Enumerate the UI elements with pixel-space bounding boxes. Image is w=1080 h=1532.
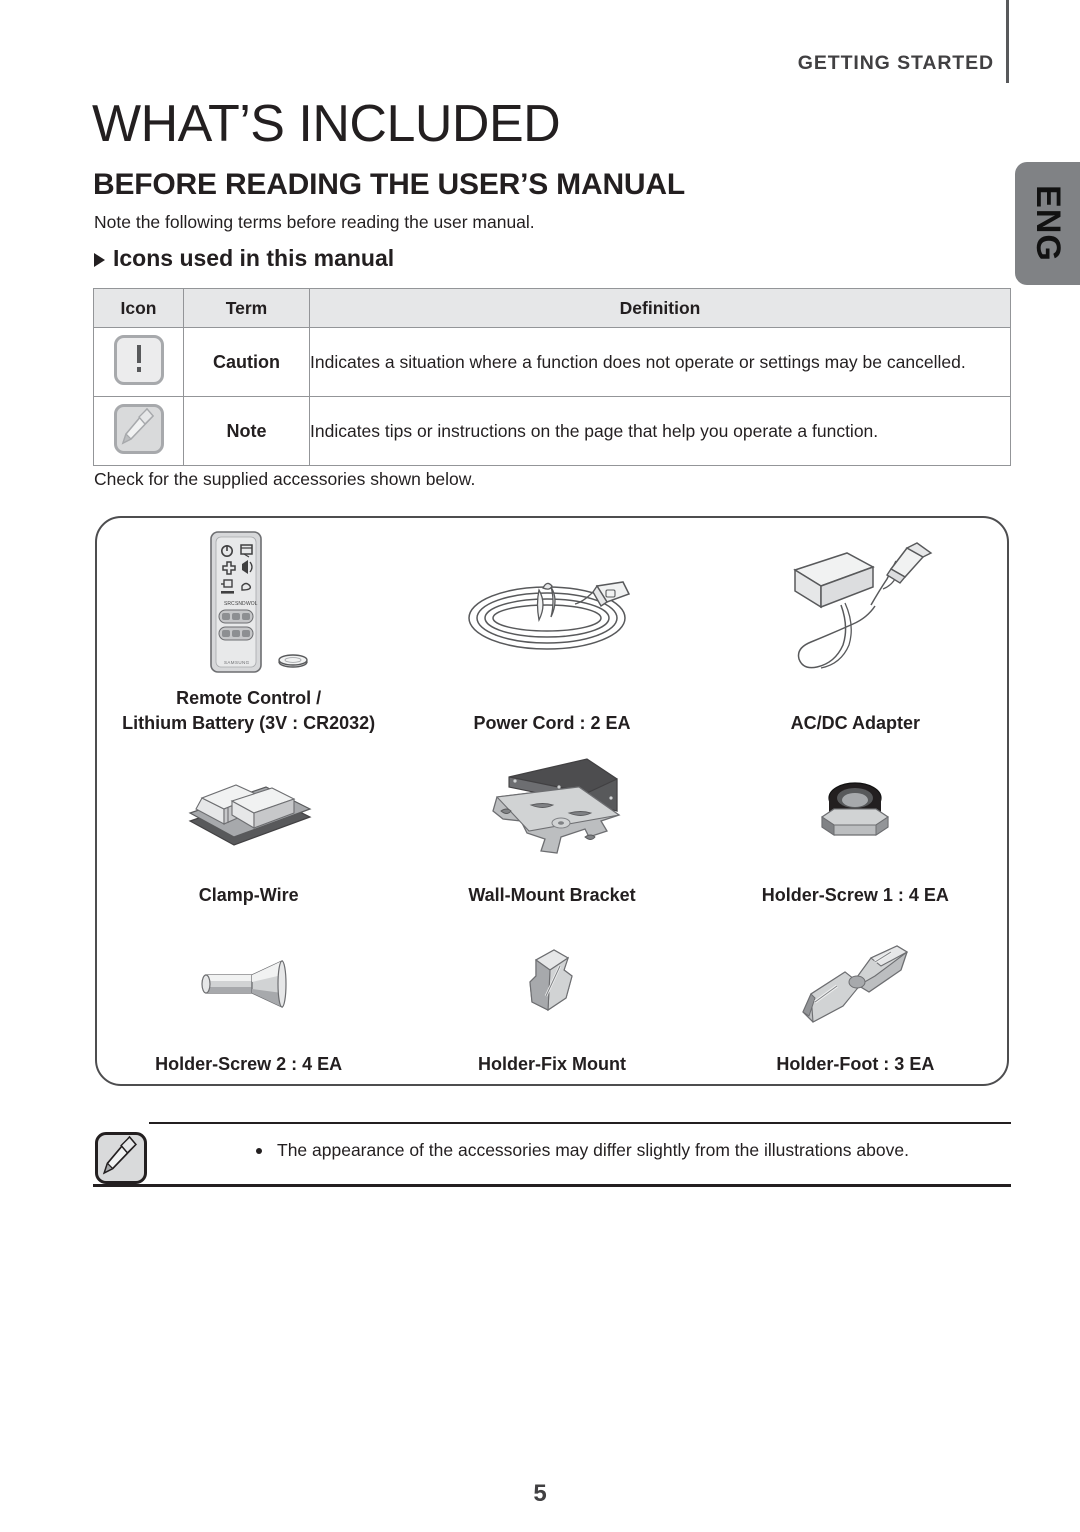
svg-text:SND: SND: [235, 601, 246, 607]
wall-mount-bracket-art: [400, 747, 703, 883]
intro-paragraph: Note the following terms before reading …: [94, 212, 535, 232]
power-cord-art: [400, 518, 703, 711]
ac-dc-adapter-art: [704, 518, 1007, 711]
triangle-right-icon: [94, 252, 105, 267]
footer-note-icon-wrap: [95, 1132, 147, 1189]
caution-icon-cell: [93, 327, 184, 397]
table-row: Note Indicates tips or instructions on t…: [93, 396, 1011, 466]
note-icon-cell: [93, 396, 184, 466]
svg-text:SRC: SRC: [224, 601, 235, 607]
icons-used-heading-label: Icons used in this manual: [113, 245, 395, 271]
section-label: GETTING STARTED: [797, 52, 994, 74]
table-header-definition: Definition: [309, 288, 1011, 328]
accessory-label: Holder-Screw 1 : 4 EA: [761, 885, 949, 906]
accessory-item: Clamp-Wire: [97, 747, 400, 919]
table-header-row: Icon Term Definition: [93, 288, 1011, 328]
table-header-term: Term: [183, 288, 310, 328]
icon-legend-table: Icon Term Definition Caution Indicates a…: [93, 288, 1011, 466]
footer-note-block: The appearance of the accessories may di…: [93, 1122, 1011, 1189]
accessory-item: SRC SND WOL SAMSUNG Remote Control / Lit…: [97, 518, 400, 747]
language-side-tab-label: ENG: [1029, 185, 1067, 262]
note-icon: [95, 1132, 147, 1184]
accessory-label: AC/DC Adapter: [790, 713, 920, 734]
header-vertical-rule: [1006, 0, 1009, 83]
accessory-item: AC/DC Adapter: [704, 518, 1007, 747]
accessory-label: Power Cord : 2 EA: [473, 713, 631, 734]
accessory-item: Holder-Foot : 3 EA: [704, 919, 1007, 1088]
accessory-item: Holder-Fix Mount: [400, 919, 703, 1088]
accessory-label: Holder-Screw 2 : 4 EA: [155, 1054, 343, 1075]
remote-control-art: SRC SND WOL SAMSUNG: [97, 518, 400, 686]
table-row: Caution Indicates a situation where a fu…: [93, 327, 1011, 397]
accessory-item: Holder-Screw 1 : 4 EA: [704, 747, 1007, 919]
check-accessories-text: Check for the supplied accessories shown…: [94, 469, 476, 489]
svg-text:SAMSUNG: SAMSUNG: [224, 660, 250, 665]
note-rule-top: [149, 1122, 1011, 1124]
note-rule-bottom: [93, 1184, 1011, 1187]
holder-foot-art: [704, 919, 1007, 1052]
accessories-box: SRC SND WOL SAMSUNG Remote Control / Lit…: [95, 516, 1009, 1086]
accessories-grid: SRC SND WOL SAMSUNG Remote Control / Lit…: [97, 518, 1007, 1084]
icons-used-heading: Icons used in this manual: [94, 245, 394, 272]
accessory-label: Clamp-Wire: [198, 885, 299, 906]
caution-icon: [113, 334, 164, 385]
holder-fix-mount-art: [400, 919, 703, 1052]
table-header-icon: Icon: [93, 288, 184, 328]
accessory-label: Wall-Mount Bracket: [468, 885, 636, 906]
clamp-wire-art: [97, 747, 400, 883]
note-definition: Indicates tips or instructions on the pa…: [309, 396, 1011, 466]
caution-definition: Indicates a situation where a function d…: [309, 327, 1011, 397]
accessory-label: Holder-Fix Mount: [478, 1054, 626, 1075]
note-term: Note: [183, 396, 310, 466]
accessory-label: Remote Control / Lithium Battery (3V : C…: [122, 687, 376, 734]
page-title: WHAT’S INCLUDED: [92, 95, 561, 153]
accessory-label: Holder-Foot : 3 EA: [776, 1054, 935, 1075]
section-subtitle: BEFORE READING THE USER’S MANUAL: [93, 168, 685, 201]
note-icon: [113, 403, 164, 454]
note-bullet-icon: [256, 1148, 262, 1154]
holder-screw-1-art: [704, 747, 1007, 883]
page-number: 5: [533, 1480, 547, 1507]
accessory-item: Power Cord : 2 EA: [400, 518, 703, 747]
footer-note-text: The appearance of the accessories may di…: [277, 1140, 909, 1160]
accessory-item: Wall-Mount Bracket: [400, 747, 703, 919]
svg-text:WOL: WOL: [246, 601, 258, 607]
language-side-tab: ENG: [1015, 162, 1080, 285]
holder-screw-2-art: [97, 919, 400, 1052]
accessory-item: Holder-Screw 2 : 4 EA: [97, 919, 400, 1088]
caution-term: Caution: [183, 327, 310, 397]
